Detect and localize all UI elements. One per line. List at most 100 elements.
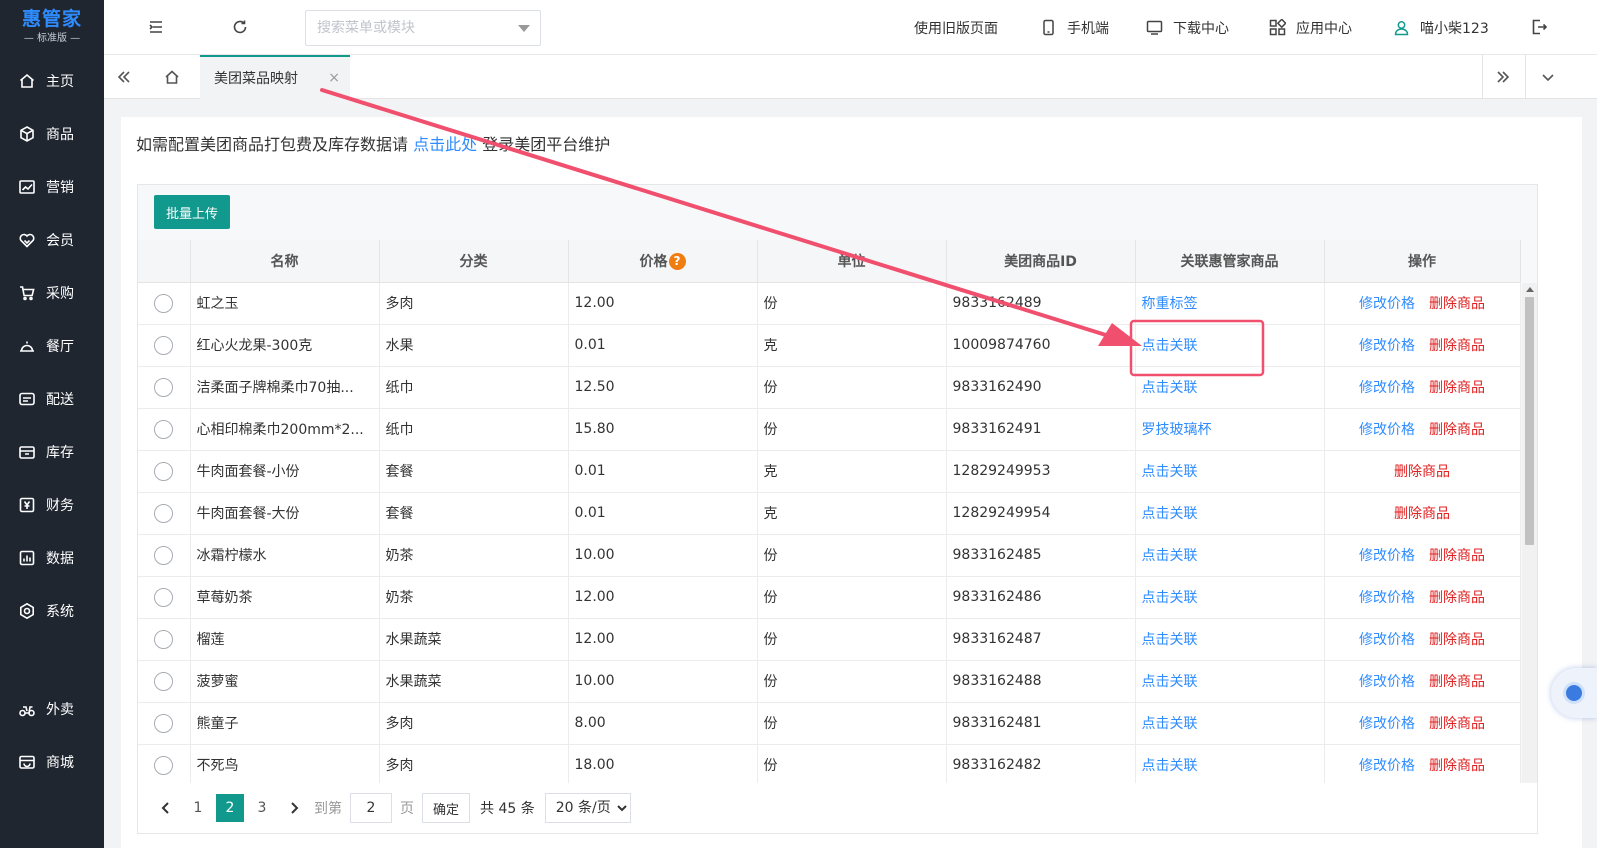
- page-2-button[interactable]: 2: [216, 794, 244, 822]
- edit-price-link[interactable]: 修改价格: [1359, 590, 1415, 606]
- link-product-link[interactable]: 点击关联: [1142, 758, 1198, 774]
- tabs-scroll-right-button[interactable]: [1482, 55, 1522, 99]
- delete-product-link[interactable]: 删除商品: [1394, 506, 1450, 522]
- cell-meituan-id: 9833162491: [946, 408, 1136, 451]
- row-radio[interactable]: [154, 629, 174, 649]
- sidebar-item-11[interactable]: 外卖: [0, 682, 104, 735]
- delete-product-link[interactable]: 删除商品: [1429, 632, 1485, 648]
- delete-product-link[interactable]: 删除商品: [1429, 548, 1485, 564]
- cell-linked-product: 点击关联: [1135, 534, 1325, 577]
- edit-price-link[interactable]: 修改价格: [1359, 338, 1415, 354]
- delete-product-link[interactable]: 删除商品: [1394, 464, 1450, 480]
- edit-price-link[interactable]: 修改价格: [1359, 632, 1415, 648]
- delete-product-link[interactable]: 删除商品: [1429, 338, 1485, 354]
- row-radio[interactable]: [154, 335, 174, 355]
- truck-icon: [19, 392, 35, 405]
- prev-page-button[interactable]: [152, 794, 180, 822]
- page-size-select[interactable]: 20 条/页: [544, 793, 631, 823]
- edit-price-link[interactable]: 修改价格: [1359, 674, 1415, 690]
- next-page-button[interactable]: [280, 794, 308, 822]
- user-menu[interactable]: 喵小柴123: [1393, 0, 1489, 55]
- close-icon[interactable]: ×: [328, 70, 340, 86]
- row-radio[interactable]: [154, 503, 174, 523]
- delete-product-link[interactable]: 删除商品: [1429, 758, 1485, 774]
- sidebar-item-12[interactable]: 商城: [0, 735, 104, 788]
- scroll-thumb[interactable]: [1525, 297, 1534, 545]
- logout-icon[interactable]: [1530, 18, 1548, 36]
- page-3-button[interactable]: 3: [248, 794, 276, 822]
- sidebar-item-9[interactable]: 数据: [0, 531, 104, 584]
- sidebar-item-1[interactable]: 商品: [0, 107, 104, 160]
- edit-price-link[interactable]: 修改价格: [1359, 422, 1415, 438]
- cell-category: 水果: [379, 324, 569, 367]
- row-radio[interactable]: [154, 377, 174, 397]
- goto-page-input[interactable]: [350, 793, 392, 823]
- row-radio[interactable]: [154, 461, 174, 481]
- link-product-link[interactable]: 点击关联: [1142, 716, 1198, 732]
- table-scrollbar[interactable]: [1522, 283, 1537, 810]
- chevron-down-icon[interactable]: [518, 25, 530, 32]
- link-product-link[interactable]: 罗技玻璃杯: [1142, 422, 1212, 438]
- edit-price-link[interactable]: 修改价格: [1359, 758, 1415, 774]
- tabs-scroll-left-button[interactable]: [104, 55, 144, 99]
- floating-assistant[interactable]: [1551, 668, 1597, 718]
- menu-search-input[interactable]: [317, 20, 507, 36]
- brand-logo[interactable]: 惠管家 — 标准版 —: [0, 0, 104, 54]
- row-radio[interactable]: [154, 713, 174, 733]
- link-product-link[interactable]: 点击关联: [1142, 674, 1198, 690]
- edit-price-link[interactable]: 修改价格: [1359, 548, 1415, 564]
- row-radio[interactable]: [154, 419, 174, 439]
- download-center-link[interactable]: 下载中心: [1146, 0, 1229, 55]
- row-select-cell: [138, 744, 191, 787]
- notice-link[interactable]: 点击此处: [413, 135, 477, 154]
- sidebar-item-6[interactable]: 配送: [0, 372, 104, 425]
- link-product-link[interactable]: 称重标签: [1142, 296, 1198, 312]
- link-product-link[interactable]: 点击关联: [1142, 338, 1198, 354]
- row-radio[interactable]: [154, 587, 174, 607]
- edit-price-link[interactable]: 修改价格: [1359, 716, 1415, 732]
- delete-product-link[interactable]: 删除商品: [1429, 296, 1485, 312]
- sidebar-item-5[interactable]: 餐厅: [0, 319, 104, 372]
- link-product-link[interactable]: 点击关联: [1142, 380, 1198, 396]
- old-version-link[interactable]: 使用旧版页面: [914, 0, 998, 55]
- row-radio[interactable]: [154, 545, 174, 565]
- sidebar-item-label: 外卖: [46, 701, 74, 718]
- batch-upload-button[interactable]: 批量上传: [154, 195, 230, 229]
- delete-product-link[interactable]: 删除商品: [1429, 590, 1485, 606]
- sidebar-item-0[interactable]: 主页: [0, 54, 104, 107]
- sidebar-item-10[interactable]: 系统: [0, 584, 104, 637]
- user-avatar-icon: [1394, 21, 1409, 36]
- edit-price-link[interactable]: 修改价格: [1359, 296, 1415, 312]
- refresh-icon[interactable]: [231, 18, 249, 36]
- sidebar-item-2[interactable]: 营销: [0, 160, 104, 213]
- tab-meituan-mapping[interactable]: 美团菜品映射 ×: [200, 55, 350, 99]
- goto-confirm-button[interactable]: 确定: [422, 793, 471, 823]
- help-icon[interactable]: ?: [668, 252, 686, 270]
- scroll-up-icon[interactable]: [1526, 287, 1534, 292]
- app-center-link[interactable]: 应用中心: [1269, 0, 1352, 55]
- sidebar-item-3[interactable]: 会员: [0, 213, 104, 266]
- delete-product-link[interactable]: 删除商品: [1429, 380, 1485, 396]
- menu-search[interactable]: [305, 10, 541, 46]
- link-product-link[interactable]: 点击关联: [1142, 632, 1198, 648]
- link-product-link[interactable]: 点击关联: [1142, 506, 1198, 522]
- link-product-link[interactable]: 点击关联: [1142, 548, 1198, 564]
- sidebar-item-4[interactable]: 采购: [0, 266, 104, 319]
- delete-product-link[interactable]: 删除商品: [1429, 674, 1485, 690]
- cell-linked-product: 点击关联: [1135, 744, 1325, 787]
- tabs-menu-button[interactable]: [1525, 55, 1569, 99]
- row-radio[interactable]: [154, 755, 174, 775]
- menu-toggle-icon[interactable]: [147, 18, 165, 36]
- home-tab[interactable]: [152, 55, 192, 99]
- sidebar-item-7[interactable]: 库存: [0, 425, 104, 478]
- delete-product-link[interactable]: 删除商品: [1429, 716, 1485, 732]
- sidebar-item-8[interactable]: 财务: [0, 478, 104, 531]
- page-1-button[interactable]: 1: [184, 794, 212, 822]
- edit-price-link[interactable]: 修改价格: [1359, 380, 1415, 396]
- delete-product-link[interactable]: 删除商品: [1429, 422, 1485, 438]
- link-product-link[interactable]: 点击关联: [1142, 464, 1198, 480]
- row-radio[interactable]: [154, 293, 174, 313]
- link-product-link[interactable]: 点击关联: [1142, 590, 1198, 606]
- row-radio[interactable]: [154, 671, 174, 691]
- mobile-link[interactable]: 手机端: [1040, 0, 1109, 55]
